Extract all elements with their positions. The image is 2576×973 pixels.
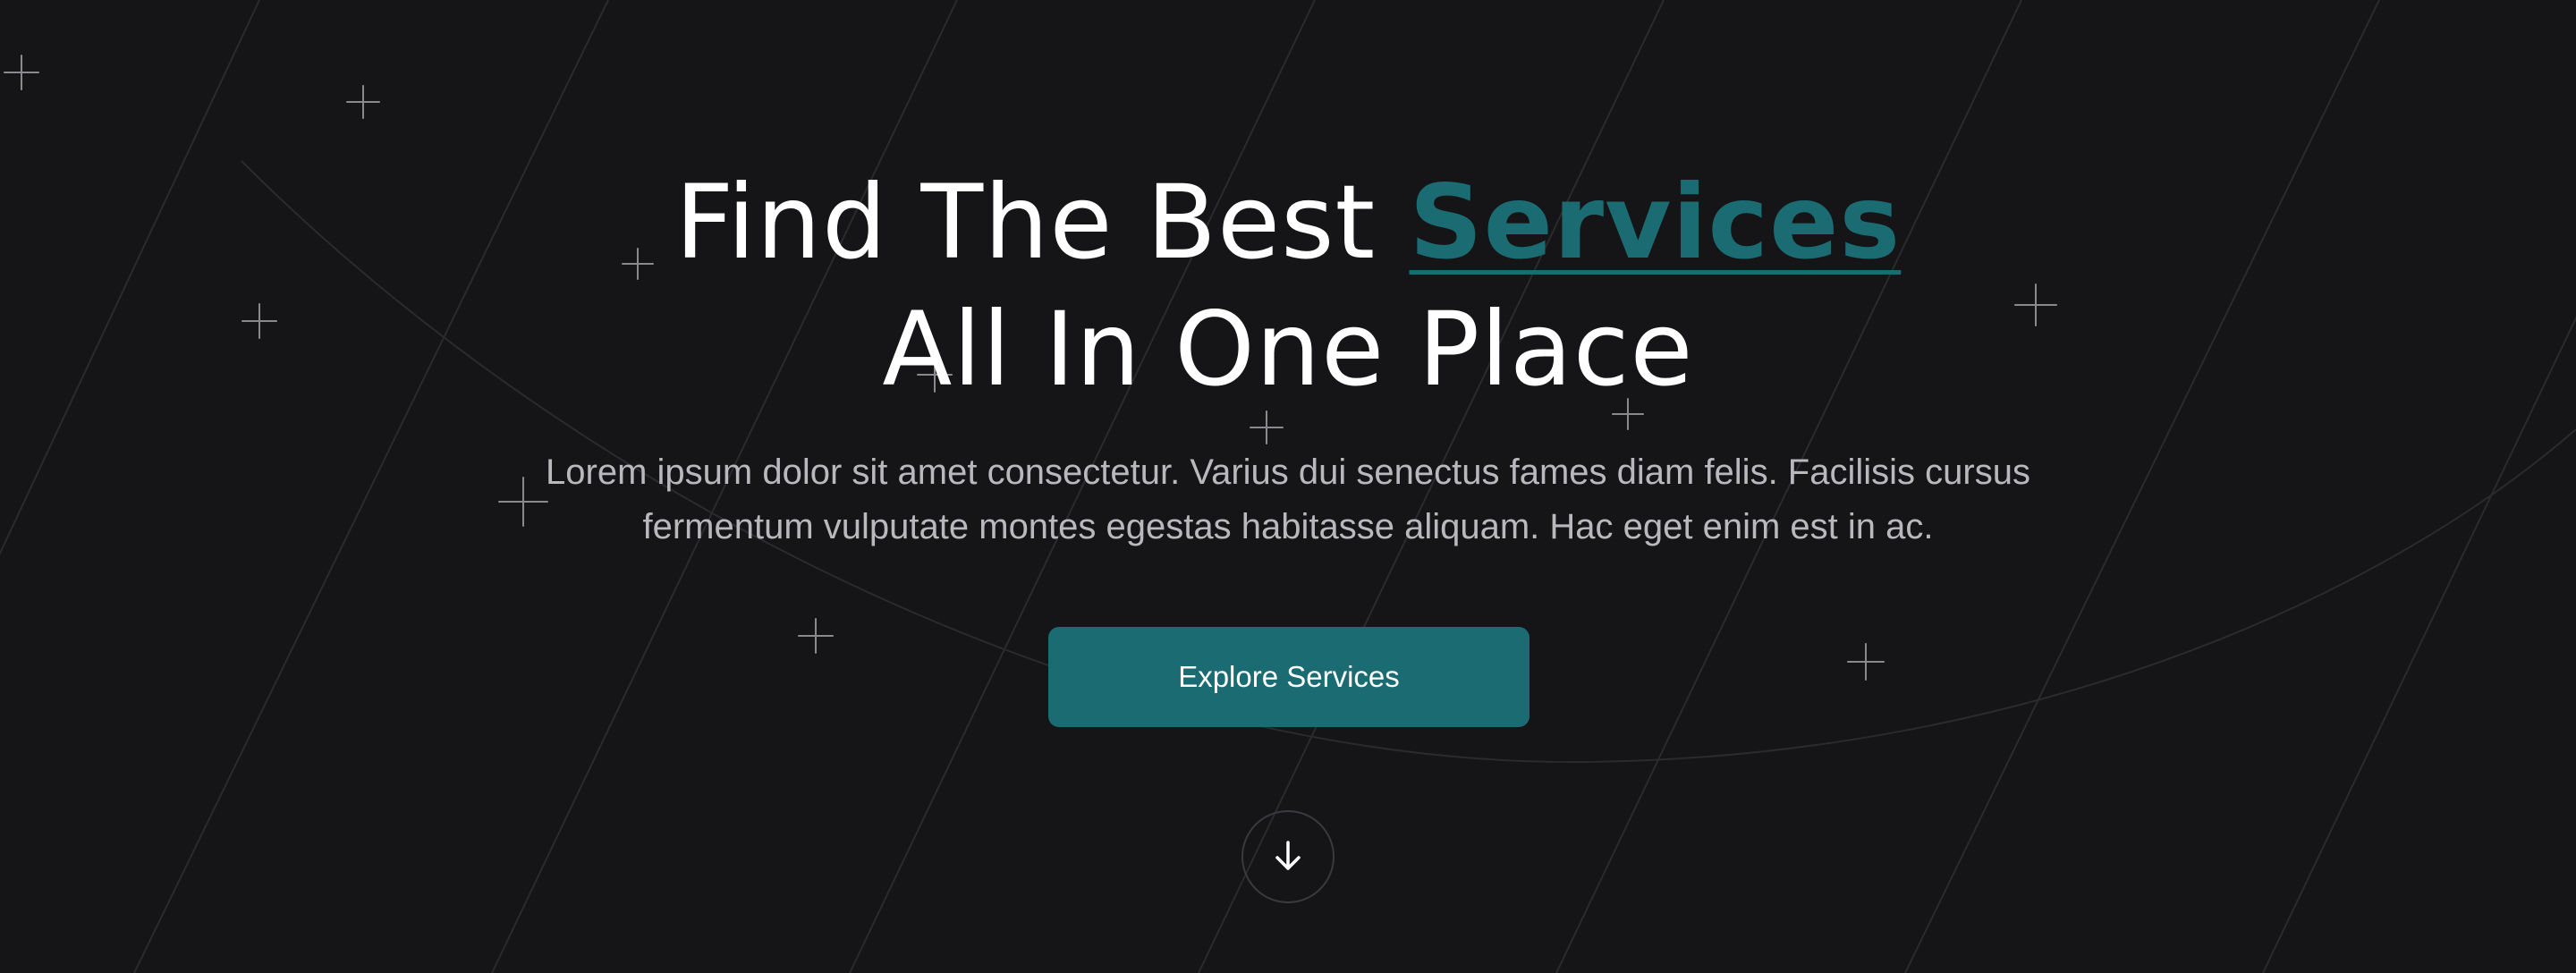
headline-line-2: All In One Place [882,290,1694,409]
headline-accent: Services [1409,163,1902,282]
hero-section: Find The Best Services All In One Place … [0,0,2576,973]
explore-services-button[interactable]: Explore Services [1048,627,1530,727]
hero-subtitle: Lorem ipsum dolor sit amet consectetur. … [546,453,2030,546]
diagonal-line [0,0,260,556]
headline-line-1: Find The Best Services [0,159,2576,286]
headline-prefix: Find The Best [674,163,1410,282]
page-title: Find The Best Services All In One Place [0,159,2576,413]
diagonal-line [2262,316,2576,973]
scroll-down-button[interactable] [1241,810,1335,903]
arrow-down-icon [1270,838,1306,876]
